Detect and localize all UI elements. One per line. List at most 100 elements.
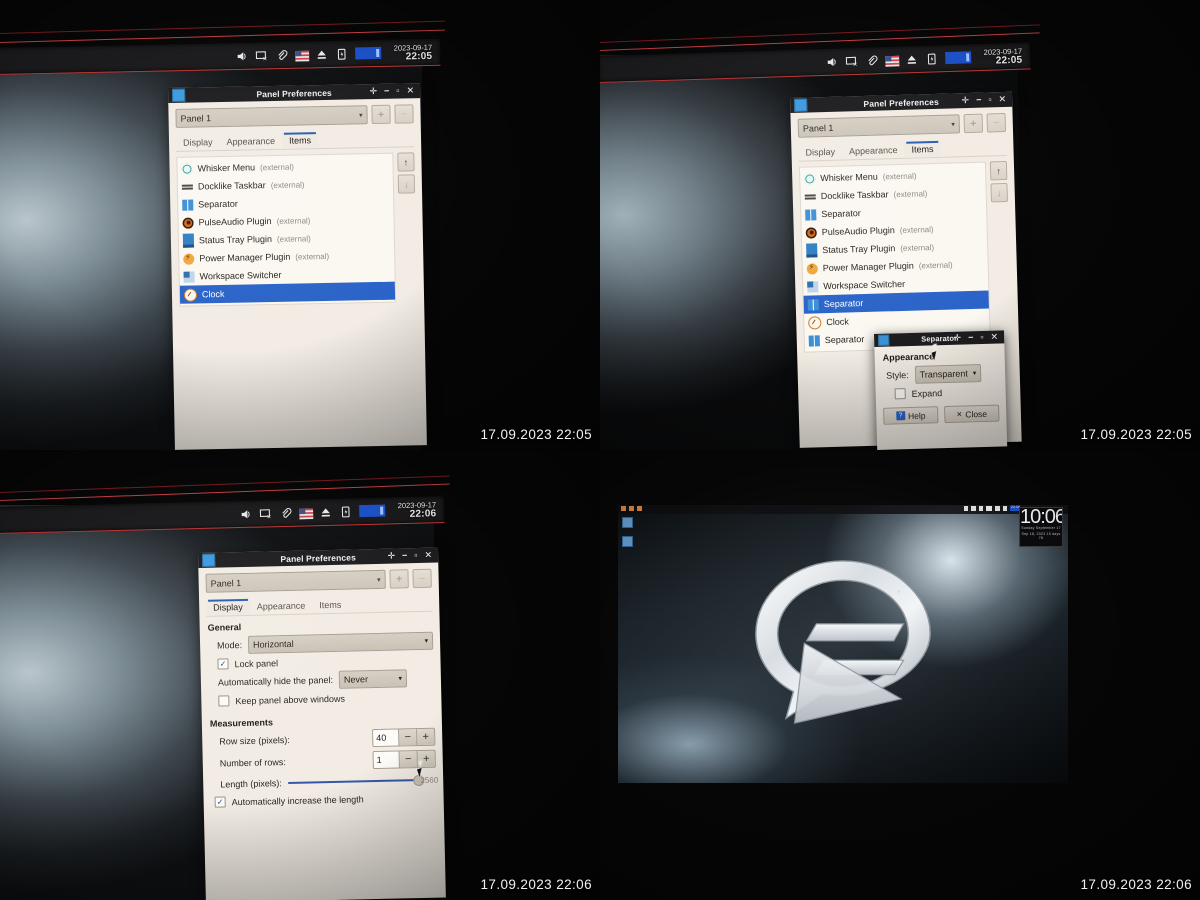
desktop-icon-home[interactable] xyxy=(622,517,633,528)
keyboard-layout-flag-icon[interactable] xyxy=(294,48,309,61)
app-icon[interactable] xyxy=(629,506,634,511)
row-size-plus[interactable]: + xyxy=(416,728,435,746)
minimize-button[interactable]: − xyxy=(402,550,407,560)
length-slider[interactable]: 2560 xyxy=(287,772,438,791)
tab-appearance[interactable]: Appearance xyxy=(842,142,905,160)
auto-length-row[interactable]: ✓ Automatically increase the length xyxy=(214,792,437,808)
tab-bar[interactable]: Display Appearance Items xyxy=(798,138,1007,162)
clipboard-icon[interactable] xyxy=(275,48,288,61)
system-tray[interactable]: ✕ 2023-09-17 xyxy=(239,500,445,523)
display-off-icon[interactable] xyxy=(971,506,976,511)
panel-select[interactable]: Panel 1 ▾ xyxy=(797,114,961,138)
tab-display[interactable]: Display xyxy=(176,134,220,151)
rows-value[interactable]: 1 xyxy=(373,751,399,769)
volume-icon[interactable] xyxy=(825,55,838,68)
panel-select[interactable]: Panel 1 ▾ xyxy=(175,105,368,128)
app-icon-2[interactable] xyxy=(637,506,642,511)
system-tray[interactable]: ✕ 2023-09-17 xyxy=(825,46,1031,70)
close-button[interactable]: ✕ xyxy=(406,85,414,95)
tab-display[interactable]: Display xyxy=(206,598,250,616)
panel-preferences-window[interactable]: Panel Preferences ✛ − ▫ ✕ Panel 1 ▾ + − … xyxy=(198,547,446,900)
row-size-minus[interactable]: − xyxy=(398,729,417,746)
separator-window-controls[interactable]: ✛ − ▫ ✕ xyxy=(953,332,1002,343)
reorder-buttons[interactable]: ↑ ↓ xyxy=(397,152,417,302)
stick-button[interactable]: ✛ xyxy=(369,86,377,96)
volume-icon[interactable] xyxy=(964,506,968,511)
panel-clock[interactable]: 2023-09-17 22:05 xyxy=(388,43,437,63)
autohide-select[interactable]: Never ▾ xyxy=(338,669,408,689)
clipboard-icon[interactable] xyxy=(979,506,983,511)
row-size-stepper[interactable]: 40 − + xyxy=(372,727,436,748)
tab-display[interactable]: Display xyxy=(798,144,842,161)
whisker-menu-icon[interactable] xyxy=(621,506,626,511)
display-off-icon[interactable]: ✕ xyxy=(255,49,268,62)
maximize-button[interactable]: ▫ xyxy=(980,332,983,342)
close-button[interactable]: ✕ xyxy=(998,94,1006,104)
separator-dialog[interactable]: Separator ✛ − ▫ ✕ Appearance Style: Tran… xyxy=(874,330,1008,450)
remove-panel-button[interactable]: − xyxy=(986,112,1007,133)
minimize-button[interactable]: − xyxy=(384,86,389,96)
display-off-icon[interactable]: ✕ xyxy=(845,54,858,68)
lock-panel-checkbox[interactable]: ✓ xyxy=(217,658,229,670)
window-controls[interactable]: ✛ − ▫ ✕ xyxy=(387,550,436,561)
volume-icon[interactable] xyxy=(239,507,252,520)
stick-button[interactable]: ✛ xyxy=(961,95,969,105)
maximize-button[interactable]: ▫ xyxy=(988,94,991,104)
list-item[interactable]: Clock xyxy=(179,281,396,304)
keyboard-layout-flag-icon[interactable] xyxy=(986,506,992,511)
panel-preferences-window[interactable]: Panel Preferences ✛ − ▫ ✕ Panel 1 ▾ + − … xyxy=(168,83,427,450)
desktop-icon-filesystem[interactable] xyxy=(622,536,633,547)
close-dialog-button[interactable]: ✕ Close xyxy=(944,404,1000,424)
remove-panel-button[interactable]: − xyxy=(394,104,414,124)
minimize-button[interactable]: − xyxy=(968,332,974,342)
tab-items[interactable]: Items xyxy=(312,597,348,614)
move-up-button[interactable]: ↑ xyxy=(989,160,1008,181)
eject-icon[interactable] xyxy=(319,505,332,518)
tab-items[interactable]: Items xyxy=(904,140,941,158)
remove-panel-button[interactable]: − xyxy=(412,568,432,589)
move-up-button[interactable]: ↑ xyxy=(397,152,415,172)
eject-icon[interactable] xyxy=(315,48,328,61)
auto-length-checkbox[interactable]: ✓ xyxy=(214,796,226,808)
clipboard-icon[interactable] xyxy=(865,54,878,67)
close-button[interactable]: ✕ xyxy=(424,550,432,560)
reorder-buttons[interactable]: ↑ ↓ xyxy=(989,160,1012,347)
battery-icon[interactable] xyxy=(1003,506,1007,511)
close-button[interactable]: ✕ xyxy=(990,332,998,342)
eject-icon[interactable] xyxy=(995,506,1000,511)
add-panel-button[interactable]: + xyxy=(371,104,391,125)
window-controls[interactable]: ✛ − ▫ ✕ xyxy=(961,94,1010,105)
display-off-icon[interactable]: ✕ xyxy=(259,507,272,520)
system-tray[interactable]: ✕ 2023-09-17 xyxy=(235,43,441,65)
tab-bar[interactable]: Display Appearance Items xyxy=(175,130,415,152)
stick-button[interactable]: ✛ xyxy=(387,551,395,561)
tab-appearance[interactable]: Appearance xyxy=(219,133,282,150)
volume-icon[interactable] xyxy=(235,49,248,62)
tab-bar[interactable]: Display Appearance Items xyxy=(206,594,433,617)
add-panel-button[interactable]: + xyxy=(389,569,409,589)
mode-select[interactable]: Horizontal ▾ xyxy=(247,631,434,654)
eject-icon[interactable] xyxy=(905,52,918,65)
expand-checkbox[interactable] xyxy=(894,388,906,400)
items-list[interactable]: Whisker Menu (external) Docklike Taskbar (e… xyxy=(176,152,397,307)
battery-icon[interactable] xyxy=(339,505,352,518)
window-controls[interactable]: ✛ − ▫ ✕ xyxy=(369,85,418,96)
panel-clock[interactable]: 2023-09-17 22:05 xyxy=(978,47,1027,67)
panel-select[interactable]: Panel 1 ▾ xyxy=(205,569,386,593)
rows-minus[interactable]: − xyxy=(398,751,417,768)
clipboard-icon[interactable] xyxy=(279,506,292,519)
lock-panel-row[interactable]: ✓ Lock panel xyxy=(217,654,433,670)
tab-appearance[interactable]: Appearance xyxy=(250,597,313,614)
desktop-top-panel[interactable]: 22:06 xyxy=(618,505,1068,514)
style-select[interactable]: Transparent ▾ xyxy=(914,364,982,384)
rows-stepper[interactable]: 1 − + xyxy=(372,749,436,770)
row-size-value[interactable]: 40 xyxy=(373,729,399,747)
stick-button[interactable]: ✛ xyxy=(953,333,961,343)
move-down-button[interactable]: ↓ xyxy=(397,174,416,194)
maximize-button[interactable]: ▫ xyxy=(414,550,417,560)
minimize-button[interactable]: − xyxy=(976,95,982,105)
keyboard-layout-flag-icon[interactable] xyxy=(298,506,314,519)
battery-icon[interactable] xyxy=(335,47,348,60)
tab-items[interactable]: Items xyxy=(281,132,319,149)
desktop-icons[interactable] xyxy=(622,517,633,547)
